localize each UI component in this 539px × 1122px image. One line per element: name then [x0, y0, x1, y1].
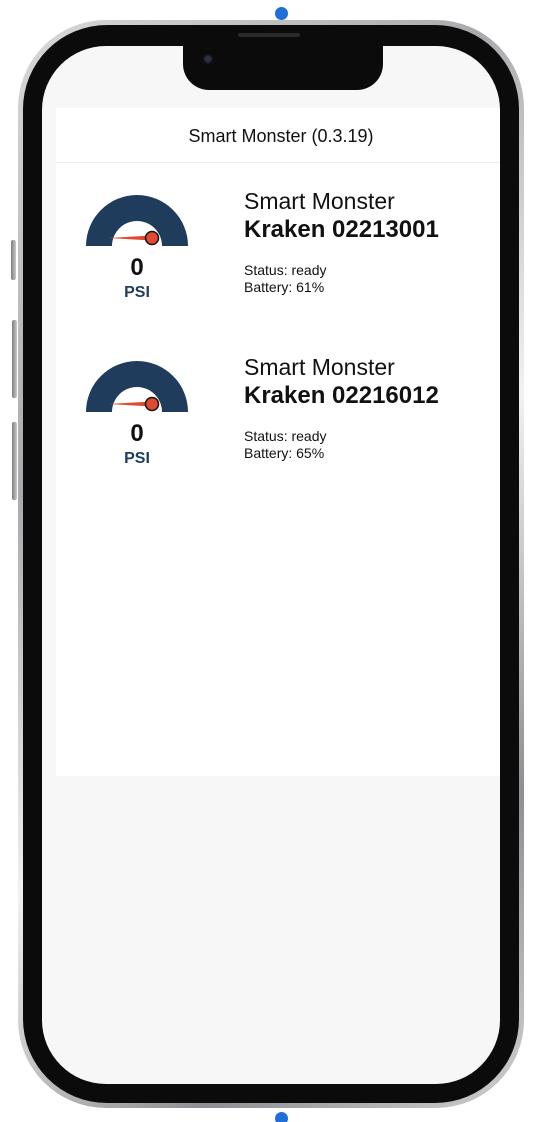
- pressure-value: 0: [130, 420, 144, 447]
- pressure-gauge: 0 PSI: [70, 180, 204, 310]
- volume-down-button: [12, 422, 17, 500]
- camera-icon: [203, 54, 213, 64]
- gauge-svg: [86, 361, 188, 412]
- device-brand: Smart Monster: [244, 354, 395, 380]
- gauge-needle-hub: [144, 230, 160, 246]
- phone-notch: [183, 46, 383, 90]
- device-card[interactable]: 0 PSI Smart Monster Kraken 02216012 Stat…: [56, 346, 500, 486]
- device-status: Status: ready: [244, 262, 327, 278]
- pressure-unit: PSI: [124, 284, 150, 301]
- phone-screen: Smart Monster (0.3.19) 0 PSI Smart Monst…: [42, 46, 500, 1084]
- bottom-marker-dot: [275, 1112, 288, 1122]
- pressure-value: 0: [130, 254, 144, 281]
- top-marker-dot: [275, 7, 288, 20]
- header-divider: [56, 162, 500, 163]
- gauge-needle-hub: [144, 396, 160, 412]
- app-title: Smart Monster (0.3.19): [188, 126, 374, 146]
- pressure-unit: PSI: [124, 450, 150, 467]
- ringer-switch: [11, 240, 16, 280]
- device-status: Status: ready: [244, 428, 327, 444]
- device-battery: Battery: 65%: [244, 445, 325, 461]
- device-name: Kraken 02216012: [244, 382, 439, 409]
- volume-up-button: [12, 320, 17, 398]
- device-battery: Battery: 61%: [244, 279, 325, 295]
- pressure-gauge: 0 PSI: [70, 346, 204, 476]
- earpiece-speaker: [238, 33, 300, 37]
- device-card[interactable]: 0 PSI Smart Monster Kraken 02213001 Stat…: [56, 180, 500, 320]
- device-brand: Smart Monster: [244, 188, 395, 214]
- screenshot-stage: Smart Monster (0.3.19) 0 PSI Smart Monst…: [0, 0, 539, 1122]
- app-container: Smart Monster (0.3.19) 0 PSI Smart Monst…: [56, 108, 500, 776]
- device-name: Kraken 02213001: [244, 216, 439, 243]
- gauge-svg: [86, 195, 188, 246]
